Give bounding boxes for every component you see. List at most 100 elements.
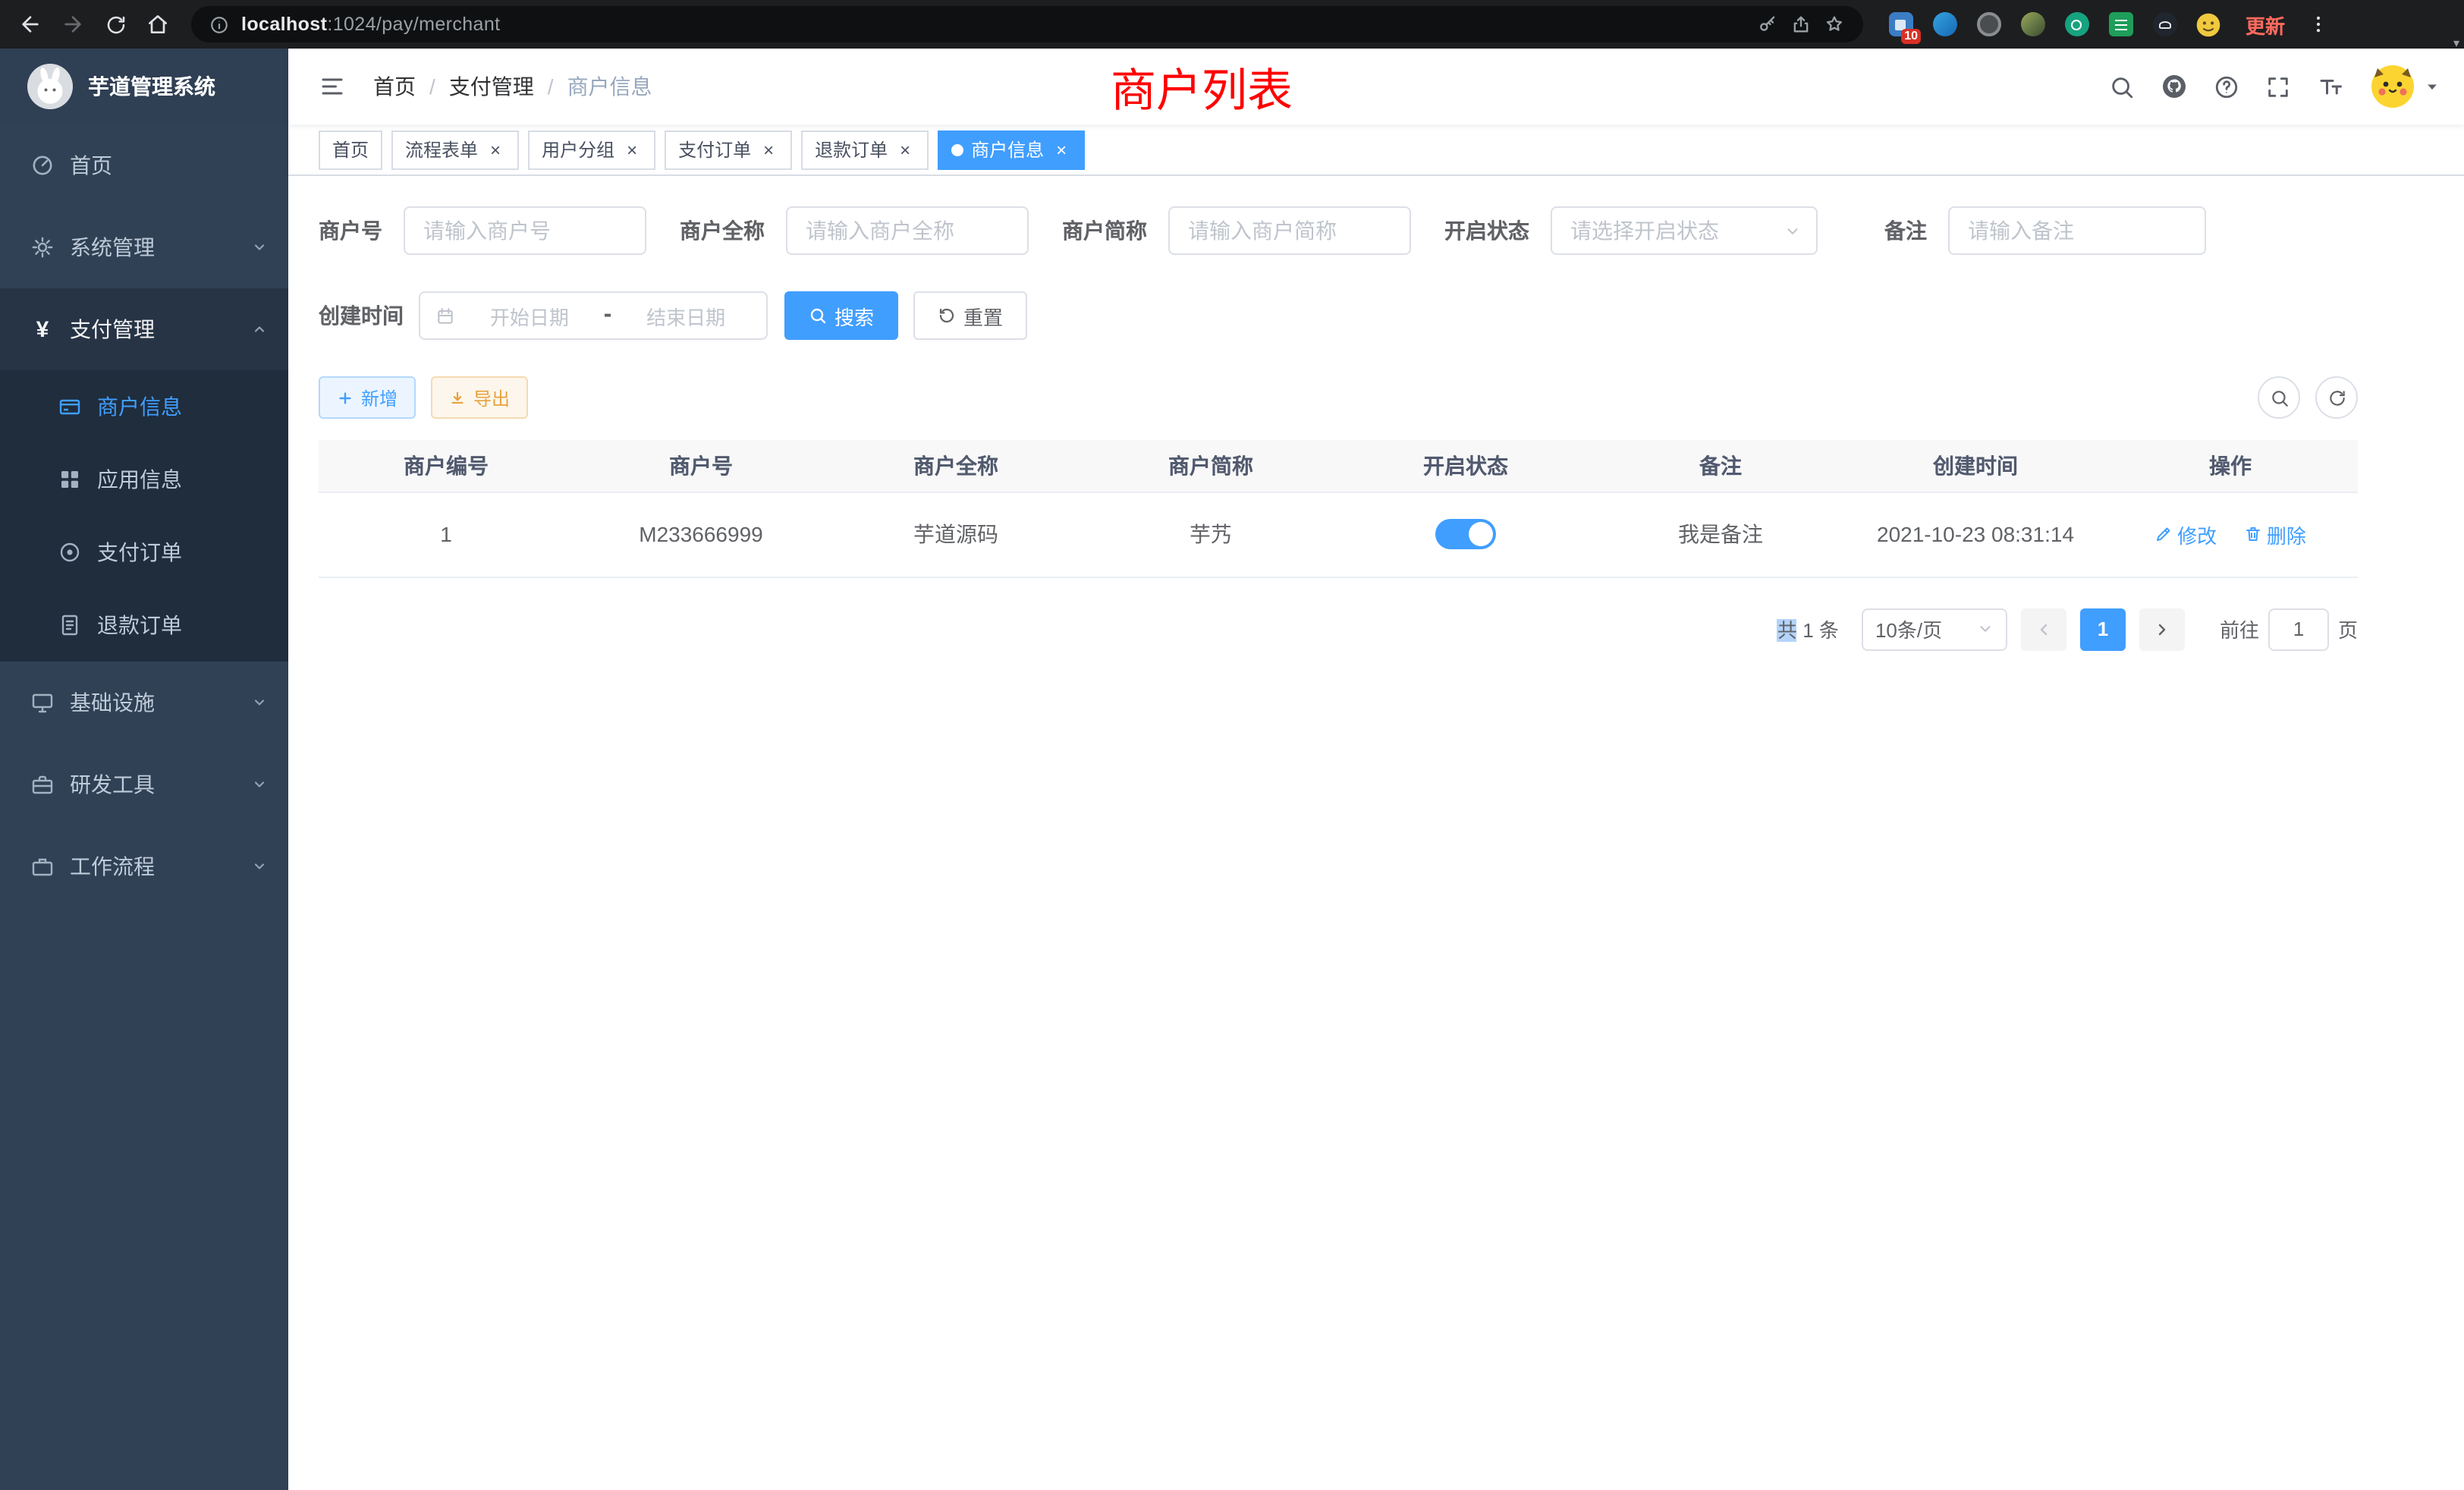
search-button[interactable]: 搜索 xyxy=(784,291,898,340)
extension-icon-drop[interactable] xyxy=(1922,3,1966,46)
app-logo[interactable]: 芋道管理系统 xyxy=(0,49,288,124)
sidebar-item-payment[interactable]: ¥ 支付管理 xyxy=(0,288,288,370)
sidebar-item-label: 系统管理 xyxy=(70,232,155,262)
reset-button[interactable]: 重置 xyxy=(913,291,1027,340)
url-bar[interactable]: localhost:1024/pay/merchant xyxy=(191,6,1863,42)
merchant-no-input[interactable] xyxy=(404,206,646,255)
prev-page-button[interactable] xyxy=(2021,608,2066,650)
extensions-area: 10 xyxy=(1878,3,2230,46)
fullscreen-button[interactable] xyxy=(2265,74,2291,99)
delete-link[interactable]: 删除 xyxy=(2244,520,2306,549)
user-avatar-menu[interactable] xyxy=(2370,64,2440,109)
back-button[interactable] xyxy=(9,3,52,46)
active-dot xyxy=(951,143,963,156)
export-button[interactable]: 导出 xyxy=(431,376,528,419)
sidebar-menu: 首页 系统管理 ¥ 支付管理 xyxy=(0,124,288,907)
tab-close-icon[interactable]: × xyxy=(486,140,505,159)
tab-close-icon[interactable]: × xyxy=(1051,140,1071,159)
col-full-name: 商户全称 xyxy=(828,440,1083,492)
url-host: localhost xyxy=(241,14,327,35)
goto-page-input[interactable] xyxy=(2268,608,2329,650)
tab-close-icon[interactable]: × xyxy=(895,140,915,159)
page-size-select[interactable]: 10条/页 xyxy=(1862,608,2007,650)
tab-user-group[interactable]: 用户分组 × xyxy=(528,130,655,169)
short-name-label: 商户简称 xyxy=(1062,215,1147,246)
date-start-placeholder: 开始日期 xyxy=(464,301,595,330)
app-title: 芋道管理系统 xyxy=(88,71,215,102)
tab-process-form[interactable]: 流程表单 × xyxy=(391,130,519,169)
edit-link[interactable]: 修改 xyxy=(2154,520,2217,549)
sidebar: 芋道管理系统 首页 系统管理 xyxy=(0,49,288,1490)
remark-input[interactable] xyxy=(1948,206,2206,255)
sidebar-item-pay-order[interactable]: 支付订单 xyxy=(0,516,288,589)
sidebar-item-system[interactable]: 系统管理 xyxy=(0,206,288,288)
sidebar-item-workflow[interactable]: 工作流程 xyxy=(0,825,288,907)
sidebar-item-refund-order[interactable]: 退款订单 xyxy=(0,589,288,662)
short-name-input[interactable] xyxy=(1168,206,1411,255)
create-time-range-picker[interactable]: 开始日期 - 结束日期 xyxy=(419,291,768,340)
sidebar-item-app-info[interactable]: 应用信息 xyxy=(0,443,288,516)
font-size-button[interactable] xyxy=(2317,73,2344,100)
extension-icon-green-square[interactable] xyxy=(2098,3,2142,46)
sidebar-item-label: 基础设施 xyxy=(70,687,155,718)
breadcrumb-item[interactable]: 首页 xyxy=(373,71,416,102)
col-create-time: 创建时间 xyxy=(1848,440,2103,492)
header-search-button[interactable] xyxy=(2109,74,2135,99)
tab-pay-order[interactable]: 支付订单 × xyxy=(665,130,792,169)
password-key-icon[interactable] xyxy=(1757,14,1778,35)
page-number-button[interactable]: 1 xyxy=(2080,608,2126,650)
share-icon[interactable] xyxy=(1790,14,1812,35)
tab-label: 流程表单 xyxy=(405,137,478,162)
browser-menu-button[interactable] xyxy=(2297,3,2340,46)
tab-home[interactable]: 首页 xyxy=(319,130,382,169)
full-name-input[interactable] xyxy=(786,206,1029,255)
tab-merchant-info[interactable]: 商户信息 × xyxy=(938,130,1085,169)
sidebar-item-dev-tools[interactable]: 研发工具 xyxy=(0,743,288,825)
cell-full-name: 芋道源码 xyxy=(828,492,1083,577)
browser-update-button[interactable]: 更新 xyxy=(2246,10,2285,39)
site-info-icon[interactable] xyxy=(209,14,229,34)
status-select[interactable]: 请选择开启状态 xyxy=(1551,206,1818,255)
cell-create-time: 2021-10-23 08:31:14 xyxy=(1848,492,2103,577)
home-button[interactable] xyxy=(137,3,179,46)
github-link[interactable] xyxy=(2161,73,2188,100)
breadcrumb-item[interactable]: 支付管理 xyxy=(449,71,534,102)
bookmark-star-icon[interactable] xyxy=(1824,14,1845,35)
col-actions: 操作 xyxy=(2103,440,2358,492)
extension-badge: 10 xyxy=(1901,29,1921,44)
forward-icon xyxy=(61,12,85,36)
sidebar-item-home[interactable]: 首页 xyxy=(0,124,288,206)
extension-icon-knot[interactable] xyxy=(2142,3,2186,46)
col-status: 开启状态 xyxy=(1338,440,1593,492)
cell-merchant-id: 1 xyxy=(319,492,574,577)
help-button[interactable] xyxy=(2214,74,2239,99)
plus-icon xyxy=(337,389,354,406)
next-page-button[interactable] xyxy=(2139,608,2185,650)
chevron-right-icon xyxy=(2153,620,2171,638)
tab-refund-order[interactable]: 退款订单 × xyxy=(801,130,929,169)
refresh-table-button[interactable] xyxy=(2315,376,2358,419)
extension-icon-green-circle[interactable] xyxy=(2054,3,2098,46)
reload-button[interactable] xyxy=(94,3,137,46)
col-merchant-id: 商户编号 xyxy=(319,440,574,492)
page-annotation: 商户列表 xyxy=(1111,53,1293,120)
toggle-search-button[interactable] xyxy=(2258,376,2300,419)
sidebar-item-infrastructure[interactable]: 基础设施 xyxy=(0,662,288,743)
sidebar-item-label: 支付管理 xyxy=(70,314,155,344)
tab-close-icon[interactable]: × xyxy=(759,140,778,159)
extension-icon-puzzle[interactable]: 10 xyxy=(1878,3,1922,46)
tab-label: 商户信息 xyxy=(971,137,1044,162)
dashboard-icon xyxy=(30,155,55,176)
sidebar-item-merchant-info[interactable]: 商户信息 xyxy=(0,370,288,443)
extension-icon-avatar[interactable] xyxy=(2010,3,2054,46)
status-select-placeholder: 请选择开启状态 xyxy=(1570,215,1784,246)
cell-actions: 修改 删除 xyxy=(2103,492,2358,577)
status-toggle-on[interactable] xyxy=(1435,519,1496,549)
forward-button[interactable] xyxy=(52,3,94,46)
tab-close-icon[interactable]: × xyxy=(622,140,642,159)
add-button[interactable]: 新增 xyxy=(319,376,416,419)
extension-icon-yellow-face[interactable] xyxy=(2186,3,2230,46)
sidebar-collapse-button[interactable] xyxy=(313,67,352,106)
extension-icon-dark-circle[interactable] xyxy=(1966,3,2010,46)
chevron-down-icon xyxy=(252,695,267,710)
